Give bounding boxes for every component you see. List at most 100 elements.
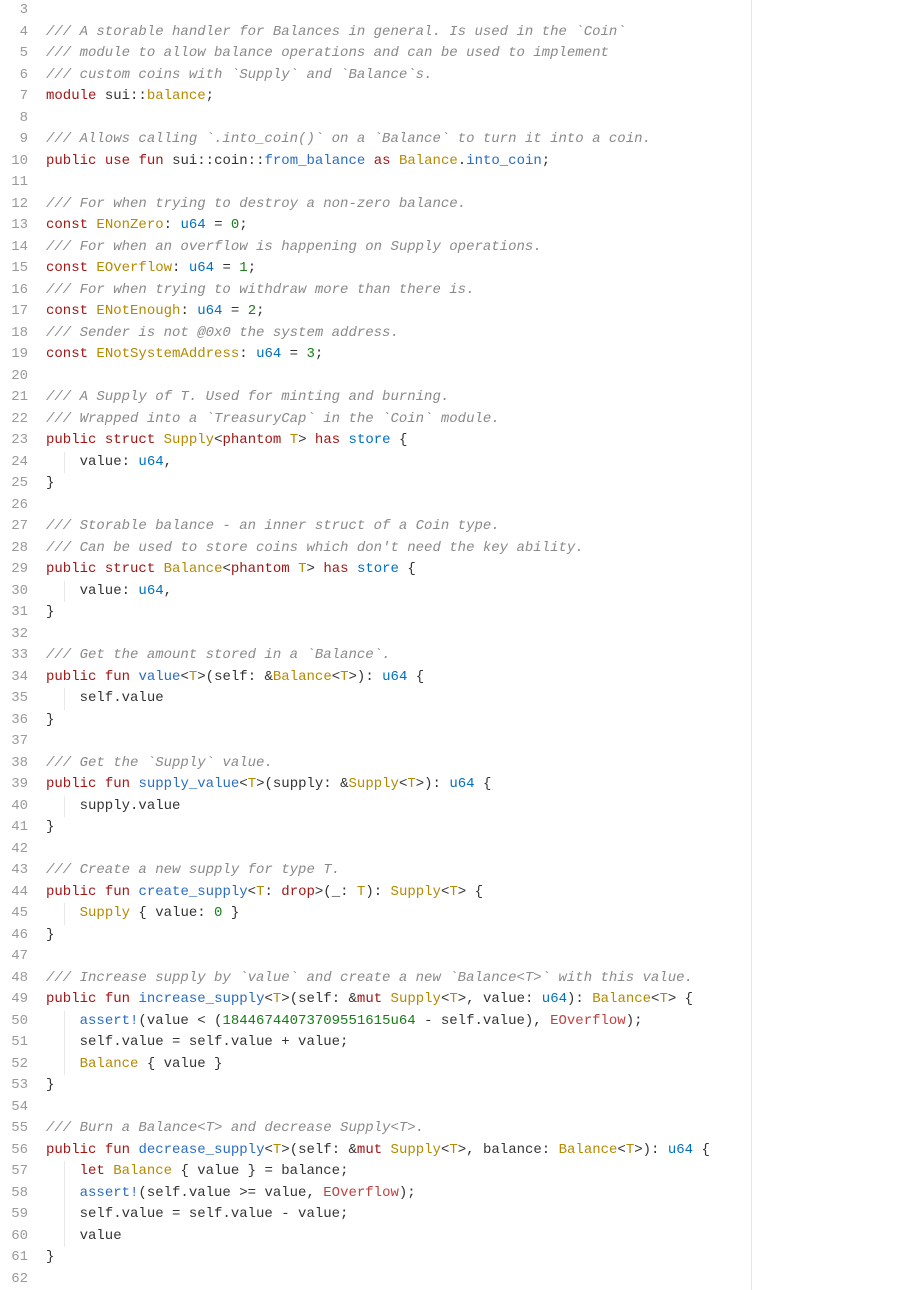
code-line[interactable]: supply.value [46, 796, 751, 818]
code-line[interactable]: /// Wrapped into a `TreasuryCap` in the … [46, 409, 751, 431]
code-line[interactable]: /// module to allow balance operations a… [46, 43, 751, 65]
code-line[interactable] [46, 624, 751, 646]
token-ty: u64 [138, 454, 163, 470]
code-line[interactable]: public use fun sui::coin::from_balance a… [46, 151, 751, 173]
code-line[interactable]: public fun decrease_supply<T>(self: &mut… [46, 1140, 751, 1162]
token-num: 1 [239, 260, 247, 276]
code-line[interactable]: let Balance { value } = balance; [46, 1161, 751, 1183]
code-line[interactable]: /// A Supply of T. Used for minting and … [46, 387, 751, 409]
token-kw: public [46, 776, 96, 792]
code-line[interactable]: } [46, 473, 751, 495]
code-line[interactable]: /// For when trying to withdraw more tha… [46, 280, 751, 302]
code-line[interactable]: /// Sender is not @0x0 the system addres… [46, 323, 751, 345]
code-line[interactable]: module sui::balance; [46, 86, 751, 108]
line-number: 9 [0, 129, 28, 151]
token-kw: struct [105, 432, 155, 448]
code-line[interactable] [46, 108, 751, 130]
code-line[interactable]: /// Create a new supply for type T. [46, 860, 751, 882]
code-line[interactable]: self.value = self.value - value; [46, 1204, 751, 1226]
code-line[interactable]: Supply { value: 0 } [46, 903, 751, 925]
code-line[interactable] [46, 366, 751, 388]
token-sym [96, 432, 104, 448]
line-number: 56 [0, 1140, 28, 1162]
token-sym: sui:: [96, 88, 146, 104]
code-line[interactable]: /// For when trying to destroy a non-zer… [46, 194, 751, 216]
code-line[interactable]: /// Increase supply by `value` and creat… [46, 968, 751, 990]
code-line[interactable]: const ENotEnough: u64 = 2; [46, 301, 751, 323]
code-line[interactable]: } [46, 1075, 751, 1097]
token-cmt: /// Burn a Balance<T> and decrease Suppl… [46, 1120, 424, 1136]
code-line[interactable] [46, 0, 751, 22]
token-sym: self.value = self.value - value; [46, 1206, 348, 1222]
token-sym: ; [315, 346, 323, 362]
token-cls: Supply [164, 432, 214, 448]
code-line[interactable]: } [46, 602, 751, 624]
token-cmt: /// Get the amount stored in a `Balance`… [46, 647, 390, 663]
code-line[interactable]: public fun create_supply<T: drop>(_: T):… [46, 882, 751, 904]
code-line[interactable]: /// A storable handler for Balances in g… [46, 22, 751, 44]
token-fn: supply_value [138, 776, 239, 792]
code-line[interactable]: /// Storable balance - an inner struct o… [46, 516, 751, 538]
token-sym: } [46, 927, 54, 943]
token-sym: = [214, 260, 239, 276]
code-line[interactable] [46, 1097, 751, 1119]
token-sym: sui::coin:: [164, 153, 265, 169]
code-line[interactable]: Balance { value } [46, 1054, 751, 1076]
code-line[interactable]: /// Allows calling `.into_coin()` on a `… [46, 129, 751, 151]
code-line[interactable]: public fun supply_value<T>(supply: &Supp… [46, 774, 751, 796]
token-kw2: mut [357, 1142, 382, 1158]
code-line[interactable]: /// Get the amount stored in a `Balance`… [46, 645, 751, 667]
code-line[interactable]: public fun increase_supply<T>(self: &mut… [46, 989, 751, 1011]
token-sym: } [222, 905, 239, 921]
code-line[interactable]: } [46, 710, 751, 732]
line-number: 62 [0, 1269, 28, 1290]
token-sym: : [239, 346, 256, 362]
token-cmt: /// For when an overflow is happening on… [46, 239, 542, 255]
code-line[interactable]: const ENotSystemAddress: u64 = 3; [46, 344, 751, 366]
code-line[interactable]: self.value [46, 688, 751, 710]
code-line[interactable]: value [46, 1226, 751, 1248]
token-sym [105, 1163, 113, 1179]
code-line[interactable]: /// Can be used to store coins which don… [46, 538, 751, 560]
token-kw: let [80, 1163, 105, 1179]
token-cls: ENotEnough [96, 303, 180, 319]
token-sym: value [46, 1228, 122, 1244]
token-kw: fun [105, 991, 130, 1007]
token-kw: fun [105, 669, 130, 685]
line-number: 44 [0, 882, 28, 904]
code-line[interactable]: self.value = self.value + value; [46, 1032, 751, 1054]
code-line[interactable] [46, 839, 751, 861]
code-line[interactable]: /// custom coins with `Supply` and `Bala… [46, 65, 751, 87]
code-line[interactable]: const ENonZero: u64 = 0; [46, 215, 751, 237]
code-line[interactable]: /// Get the `Supply` value. [46, 753, 751, 775]
token-kw2: phantom [222, 432, 281, 448]
code-line[interactable] [46, 946, 751, 968]
code-line[interactable]: /// For when an overflow is happening on… [46, 237, 751, 259]
code-line[interactable]: public struct Supply<phantom T> has stor… [46, 430, 751, 452]
code-line[interactable]: value: u64, [46, 581, 751, 603]
code-content[interactable]: /// A storable handler for Balances in g… [46, 0, 751, 1290]
token-cls: T [626, 1142, 634, 1158]
code-editor[interactable]: 3456789101112131415161718192021222324252… [0, 0, 752, 1290]
token-cmt: /// custom coins with `Supply` and `Bala… [46, 67, 432, 83]
code-line[interactable]: public fun value<T>(self: &Balance<T>): … [46, 667, 751, 689]
token-cmt: /// Increase supply by `value` and creat… [46, 970, 693, 986]
code-line[interactable] [46, 495, 751, 517]
code-line[interactable]: public struct Balance<phantom T> has sto… [46, 559, 751, 581]
code-line[interactable]: value: u64, [46, 452, 751, 474]
code-line[interactable]: } [46, 1247, 751, 1269]
token-kw: const [46, 346, 88, 362]
code-line[interactable]: assert!(self.value >= value, EOverflow); [46, 1183, 751, 1205]
code-line[interactable]: } [46, 925, 751, 947]
token-fn: assert! [80, 1185, 139, 1201]
token-sym: supply.value [46, 798, 180, 814]
code-line[interactable] [46, 1269, 751, 1290]
code-line[interactable] [46, 731, 751, 753]
code-line[interactable]: const EOverflow: u64 = 1; [46, 258, 751, 280]
code-line[interactable] [46, 172, 751, 194]
code-line[interactable]: } [46, 817, 751, 839]
token-sym: < [332, 669, 340, 685]
token-cmt: /// For when trying to destroy a non-zer… [46, 196, 466, 212]
code-line[interactable]: assert!(value < (18446744073709551615u64… [46, 1011, 751, 1033]
code-line[interactable]: /// Burn a Balance<T> and decrease Suppl… [46, 1118, 751, 1140]
